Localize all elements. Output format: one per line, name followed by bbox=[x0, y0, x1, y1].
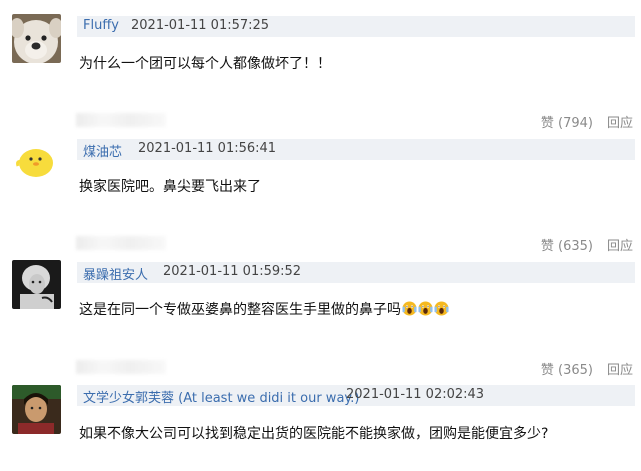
like-button[interactable]: 赞 (635) bbox=[541, 239, 593, 254]
reply-button[interactable]: 回应 bbox=[607, 116, 633, 131]
comment-timestamp: 2021-01-11 01:57:25 bbox=[131, 18, 270, 33]
screaming-face-icon bbox=[402, 301, 417, 316]
comment-timestamp: 2021-01-11 02:02:43 bbox=[346, 387, 485, 402]
dog-avatar[interactable] bbox=[12, 14, 61, 63]
username-link[interactable]: Fluffy bbox=[83, 18, 119, 33]
username-link[interactable]: 文学少女郭芙蓉 (At least we didi it our way.) bbox=[83, 387, 359, 406]
comment-meta-bar: 煤油芯 2021-01-11 01:56:41 bbox=[77, 139, 635, 160]
comment-actions: 赞 (635) 回应 bbox=[541, 235, 633, 254]
comment-meta-bar: 暴躁祖安人 2021-01-11 01:59:52 bbox=[77, 262, 635, 283]
comment-text: 为什么一个团可以每个人都像做坏了！！ bbox=[79, 56, 331, 72]
comment-meta-bar: 文学少女郭芙蓉 (At least we didi it our way.) 2… bbox=[77, 385, 635, 406]
redacted-strip bbox=[76, 236, 166, 250]
username-link[interactable]: 煤油芯 bbox=[83, 141, 122, 160]
comment-meta-bar: Fluffy 2021-01-11 01:57:25 bbox=[77, 16, 635, 37]
person-avatar[interactable] bbox=[12, 385, 61, 434]
comment-text: 如果不像大公司可以找到稳定出货的医院能不能换家做，团购是能便宜多少? bbox=[79, 426, 549, 442]
like-button[interactable]: 赞 (794) bbox=[541, 116, 593, 131]
comment-timestamp: 2021-01-11 01:56:41 bbox=[138, 141, 277, 156]
screaming-face-icon bbox=[434, 301, 449, 316]
screaming-face-icon bbox=[418, 301, 433, 316]
comment-text: 这是在同一个专做巫婆鼻的整容医生手里做的鼻子吗 bbox=[79, 299, 449, 319]
username-link[interactable]: 暴躁祖安人 bbox=[83, 264, 148, 283]
like-button[interactable]: 赞 (365) bbox=[541, 363, 593, 378]
yellow-chick-avatar[interactable] bbox=[12, 136, 61, 185]
woman-bw-avatar[interactable] bbox=[12, 260, 61, 309]
comment-actions: 赞 (794) 回应 bbox=[541, 112, 633, 131]
comment-text: 换家医院吧。鼻尖要飞出来了 bbox=[79, 179, 261, 195]
comment-text-body: 这是在同一个专做巫婆鼻的整容医生手里做的鼻子吗 bbox=[79, 302, 401, 318]
reply-button[interactable]: 回应 bbox=[607, 239, 633, 254]
comment-timestamp: 2021-01-11 01:59:52 bbox=[163, 264, 302, 279]
comment-actions: 赞 (365) 回应 bbox=[541, 359, 633, 378]
redacted-strip bbox=[76, 360, 166, 374]
reply-button[interactable]: 回应 bbox=[607, 363, 633, 378]
redacted-strip bbox=[76, 113, 166, 127]
